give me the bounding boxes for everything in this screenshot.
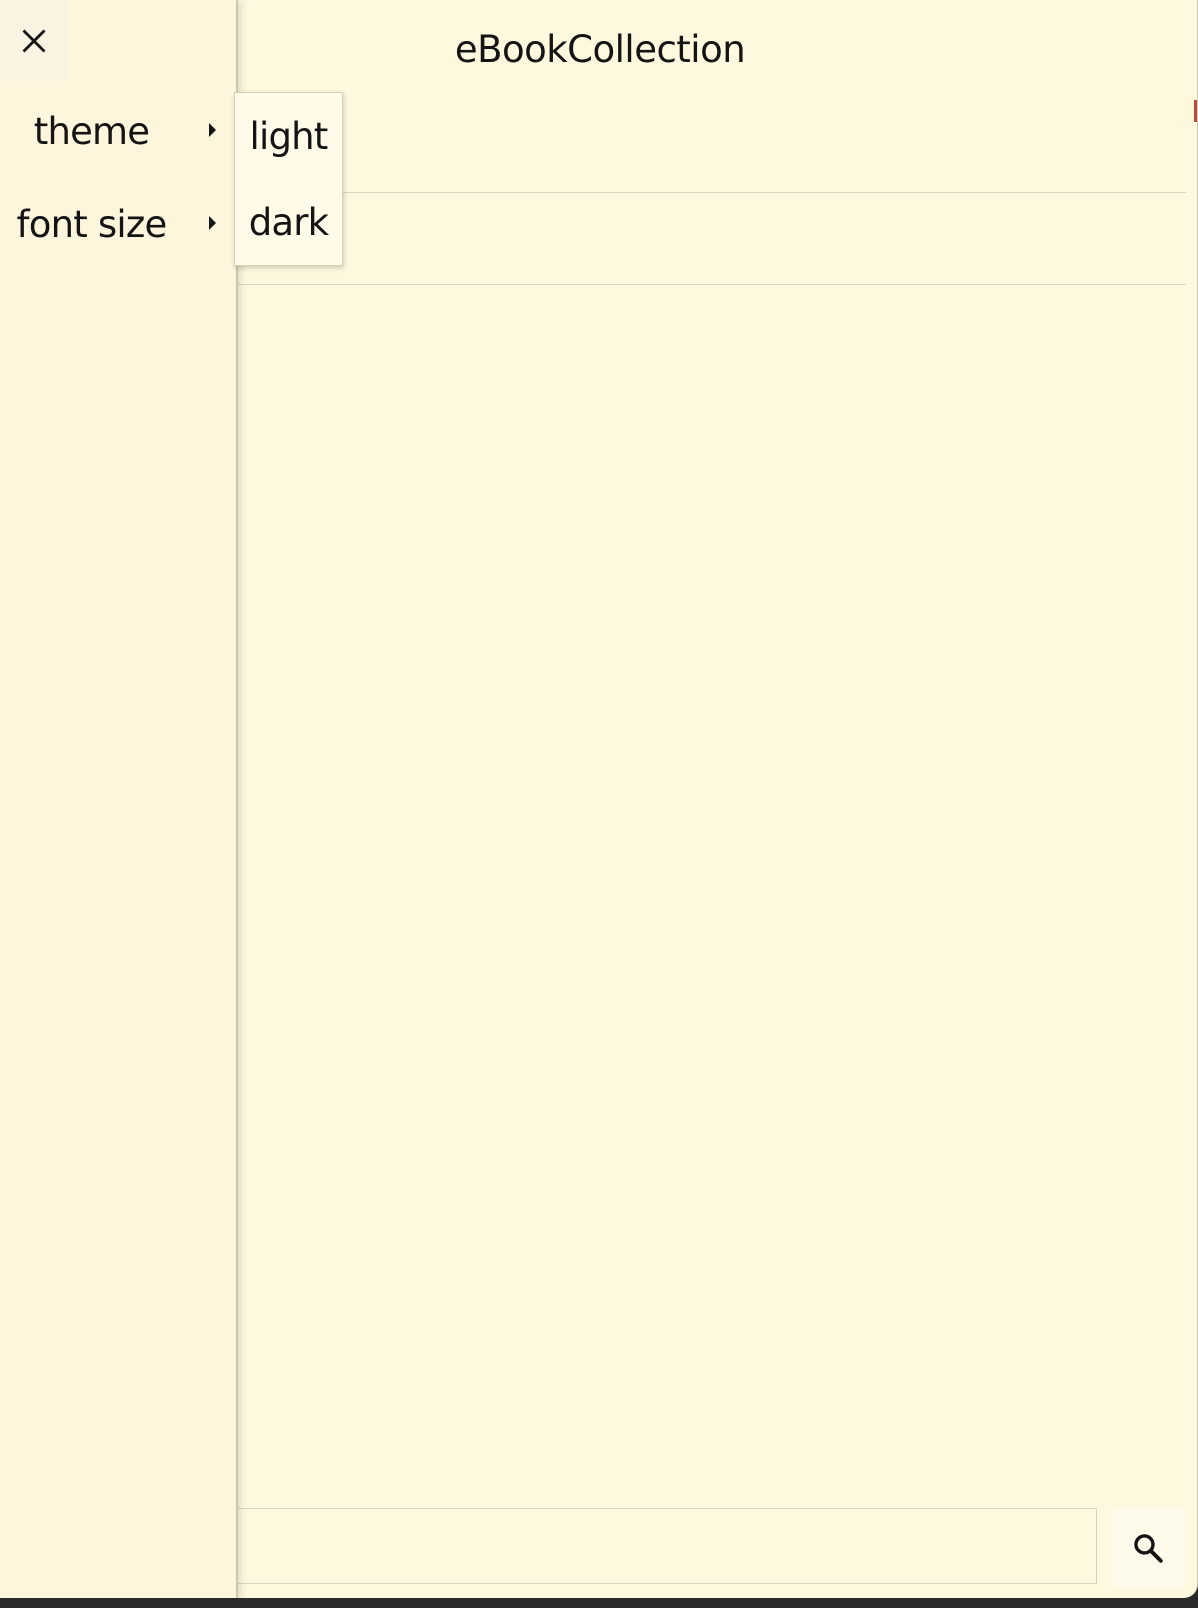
list-divider [236, 284, 1186, 285]
search-field[interactable] [180, 1508, 1097, 1584]
drawer-item-font-size[interactable]: font size [0, 185, 236, 265]
settings-drawer: theme font size [0, 0, 238, 1600]
close-drawer-button[interactable] [0, 0, 67, 81]
theme-option-dark[interactable]: dark [235, 179, 342, 265]
theme-submenu: light dark [234, 92, 343, 266]
search-input[interactable] [181, 1509, 1096, 1583]
drawer-item-label: theme [33, 110, 150, 153]
caret-right-icon [209, 216, 216, 230]
theme-option-light[interactable]: light [235, 93, 342, 179]
drawer-item-label: font size [16, 203, 168, 246]
search-icon [1134, 1534, 1163, 1563]
app-title: eBookCollection [454, 28, 746, 71]
search-button[interactable] [1111, 1508, 1185, 1588]
list-divider [236, 192, 1186, 193]
bottom-strip [0, 1598, 1198, 1608]
caret-right-icon [209, 123, 216, 137]
close-icon [22, 29, 45, 52]
edge-marker [1194, 100, 1197, 122]
drawer-item-theme[interactable]: theme [0, 92, 236, 172]
